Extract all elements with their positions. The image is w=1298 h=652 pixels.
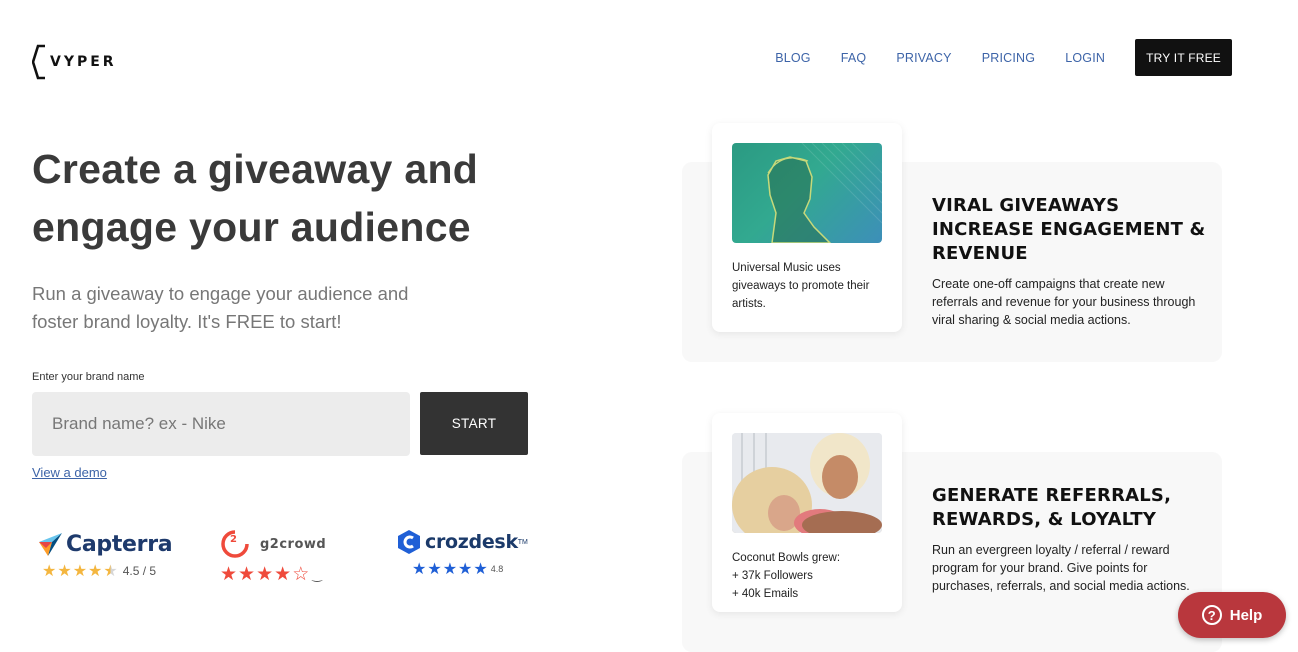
- star-icon: ★: [42, 561, 57, 580]
- star-icon: ★: [72, 561, 88, 580]
- crozdesk-stars: ★ ★ ★ ★ ★ 4.8: [412, 561, 528, 577]
- capterra-stars: ★ ★ ★ ★ ★ 4.5 / 5: [42, 563, 172, 579]
- feature-caption: Coconut Bowls grew: + 37k Followers + 40…: [732, 552, 841, 600]
- svg-text:2: 2: [230, 534, 237, 545]
- logo-text: VYPER: [50, 54, 117, 70]
- nav-blog[interactable]: BLOG: [775, 51, 811, 65]
- artist-portrait-icon: [767, 143, 882, 243]
- nav-privacy[interactable]: PRIVACY: [896, 51, 951, 65]
- capterra-name: Capterra: [66, 531, 173, 557]
- star-icon: ★: [412, 559, 427, 578]
- star-icon: ★: [442, 559, 458, 578]
- star-icon: ★: [88, 561, 103, 580]
- feature-description: Create one-off campaigns that create new…: [932, 277, 1196, 327]
- feature-caption: Universal Music uses giveaways to promot…: [732, 262, 870, 310]
- star-icon: ★: [274, 563, 292, 585]
- capterra-logo-icon: [39, 533, 62, 556]
- capterra-score: 4.5 / 5: [122, 564, 157, 578]
- help-label: Help: [1229, 606, 1263, 624]
- g2crowd-name: g2crowd: [260, 536, 327, 552]
- star-icon: ★: [220, 563, 238, 585]
- crozdesk-score: 4.8: [490, 564, 504, 574]
- crozdesk-rating[interactable]: crozdesk TM ★ ★ ★ ★ ★ 4.8: [397, 529, 528, 577]
- g2-smile-icon: ‿: [312, 567, 322, 582]
- help-button[interactable]: ? Help: [1178, 592, 1286, 638]
- g2crowd-stars: ★ ★ ★ ★ ☆ ‿: [220, 565, 326, 584]
- hero-subtitle: Run a giveaway to engage your audience a…: [32, 283, 409, 332]
- feature-title: VIRAL GIVEAWAYS INCREASE ENGAGEMENT & RE…: [932, 195, 1206, 264]
- nav-login[interactable]: LOGIN: [1065, 51, 1105, 65]
- half-star-icon: ★: [103, 561, 118, 580]
- feature-title: GENERATE REFERRALS, REWARDS, & LOYALTY: [932, 485, 1172, 530]
- kids-photo-icon: [732, 433, 882, 533]
- vyper-hexagon-icon: [32, 44, 45, 80]
- question-icon: ?: [1201, 605, 1222, 625]
- feature-description: Run an evergreen loyalty / referral / re…: [932, 543, 1190, 593]
- start-button[interactable]: START: [420, 392, 528, 455]
- capterra-rating[interactable]: Capterra ★ ★ ★ ★ ★ 4.5 / 5: [38, 531, 173, 579]
- nav-pricing[interactable]: PRICING: [982, 51, 1036, 65]
- view-demo-link[interactable]: View a demo: [32, 465, 107, 480]
- main-nav: BLOG FAQ PRIVACY PRICING LOGIN TRY IT FR…: [775, 39, 1232, 76]
- star-icon: ★: [238, 563, 256, 585]
- g2crowd-rating[interactable]: 2 g2crowd ★ ★ ★ ★ ☆ ‿: [220, 529, 326, 584]
- brand-name-input[interactable]: [32, 392, 410, 456]
- brand-input-label: Enter your brand name: [32, 371, 145, 383]
- star-icon: ★: [427, 559, 442, 578]
- try-it-free-button[interactable]: TRY IT FREE: [1135, 39, 1232, 76]
- star-icon: ★: [57, 561, 72, 580]
- hero-title: Create a giveaway and engage your audien…: [32, 140, 592, 256]
- g2-logo-icon: 2: [221, 530, 249, 558]
- coconut-bowls-image: [732, 433, 882, 533]
- universal-music-image: [732, 143, 882, 243]
- feature-card-coconut: Coconut Bowls grew: + 37k Followers + 40…: [712, 413, 902, 612]
- star-icon: ★: [458, 559, 473, 578]
- half-star-icon: ☆: [292, 563, 310, 585]
- hero-title-line1: Create a giveaway and: [32, 146, 479, 192]
- crozdesk-name: crozdesk: [425, 531, 518, 553]
- star-icon: ★: [256, 563, 274, 585]
- vyper-logo[interactable]: VYPER: [32, 44, 117, 80]
- crozdesk-logo-icon: [398, 530, 420, 554]
- nav-faq[interactable]: FAQ: [841, 51, 867, 65]
- star-icon: ★: [473, 559, 488, 578]
- feature-card-universal: Universal Music uses giveaways to promot…: [712, 123, 902, 332]
- hero-title-line2: engage your audience: [32, 204, 471, 250]
